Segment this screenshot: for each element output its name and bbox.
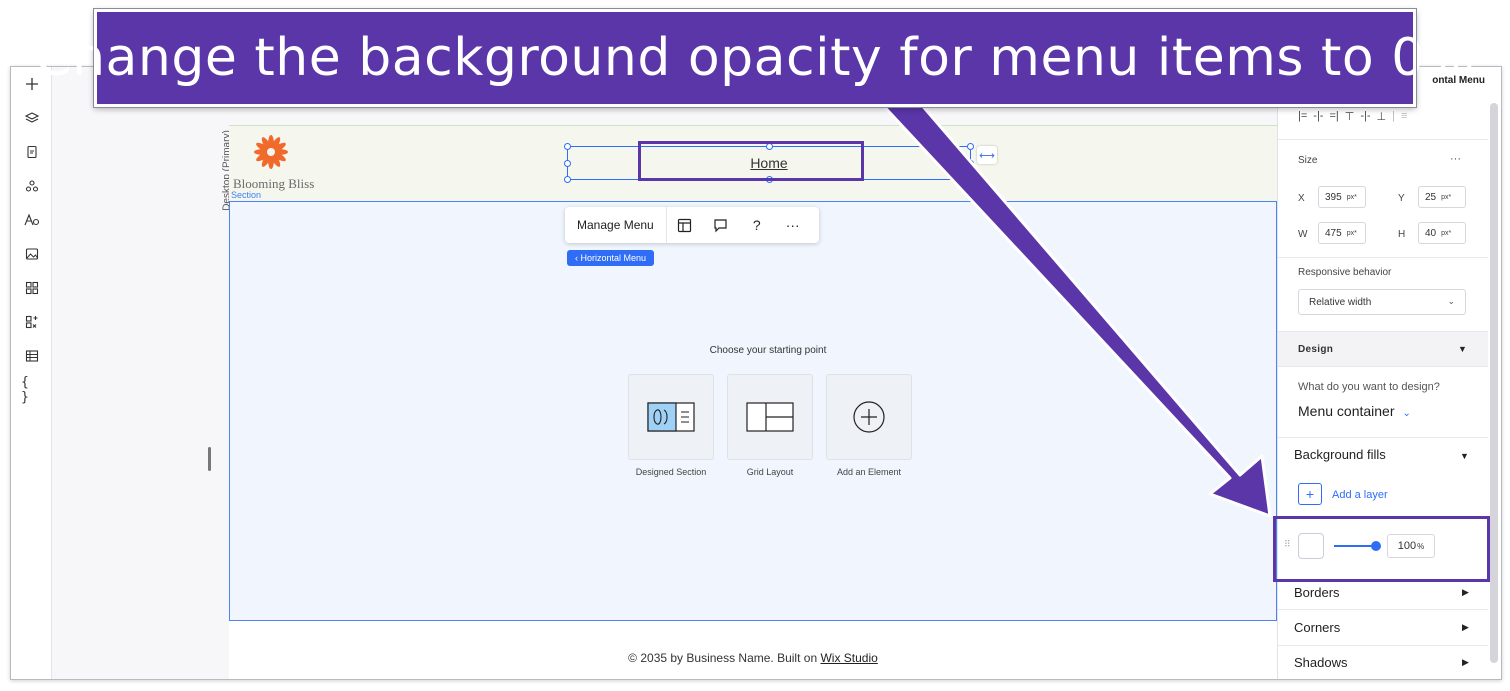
h-label: H (1398, 229, 1406, 240)
distribute-vertical-icon[interactable]: ≡ (1401, 110, 1407, 122)
align-top-icon[interactable]: ⊤ (1345, 110, 1355, 123)
add-layer-button[interactable]: + (1298, 483, 1322, 505)
designed-section-icon (647, 402, 695, 432)
collapse-triangle-icon[interactable]: ▼ (1460, 451, 1469, 461)
designed-section-label: Designed Section (635, 467, 707, 477)
add-apps-icon[interactable] (21, 311, 43, 333)
home-highlight-box (638, 141, 864, 181)
starting-point-title: Choose your starting point (709, 345, 827, 356)
manage-menu-button[interactable]: Manage Menu (565, 207, 667, 243)
y-label: Y (1398, 193, 1405, 204)
footer-link[interactable]: Wix Studio (820, 651, 877, 665)
media-icon[interactable] (21, 243, 43, 265)
add-element-label: Add an Element (836, 467, 902, 477)
floating-toolbar: Manage Menu ? ··· (565, 207, 819, 243)
w-field[interactable]: 475 px* (1318, 222, 1366, 244)
add-layer-link[interactable]: Add a layer (1332, 489, 1388, 501)
help-icon[interactable]: ? (739, 207, 775, 243)
design-question: What do you want to design? (1298, 381, 1440, 393)
w-label: W (1298, 229, 1308, 240)
x-label: X (1298, 193, 1305, 204)
opacity-highlight-box (1273, 516, 1490, 582)
cms-table-icon[interactable] (21, 345, 43, 367)
code-icon[interactable]: { } (21, 375, 43, 405)
align-center-icon[interactable]: -|- (1313, 110, 1323, 122)
pages-icon[interactable] (21, 141, 43, 163)
align-left-icon[interactable]: |= (1298, 110, 1307, 122)
inspector-scrollbar[interactable] (1490, 103, 1498, 663)
expand-triangle-icon[interactable]: ▶ (1462, 587, 1469, 598)
responsive-label: Responsive behavior (1298, 267, 1392, 278)
corners-row[interactable]: Corners (1294, 620, 1340, 635)
canvas-resize-handle[interactable] (208, 447, 211, 471)
align-right-icon[interactable]: =| (1329, 110, 1338, 122)
instruction-text: Change the background opacity for menu i… (35, 28, 1475, 88)
chevron-down-icon: ⌄ (1447, 296, 1455, 306)
y-field[interactable]: 25 px* (1418, 186, 1466, 208)
collapse-triangle-icon: ▼ (1458, 344, 1467, 354)
grid-layout-card[interactable] (727, 374, 813, 460)
align-bottom-icon[interactable]: ⊥ (1377, 110, 1387, 123)
expand-triangle-icon[interactable]: ▶ (1462, 657, 1469, 668)
more-icon[interactable]: ··· (775, 207, 811, 243)
layers-icon[interactable] (21, 107, 43, 129)
designed-section-card[interactable] (628, 374, 714, 460)
h-field[interactable]: 40 px* (1418, 222, 1466, 244)
components-icon[interactable] (21, 175, 43, 197)
apps-icon[interactable] (21, 277, 43, 299)
add-element-card[interactable] (826, 374, 912, 460)
borders-row[interactable]: Borders (1294, 585, 1340, 600)
text-theme-icon[interactable] (21, 209, 43, 231)
align-middle-icon[interactable]: -|- (1360, 110, 1370, 122)
comment-icon[interactable] (703, 207, 739, 243)
chevron-down-icon: ⌄ (1402, 408, 1411, 419)
responsive-select[interactable]: Relative width ⌄ (1298, 289, 1466, 315)
add-element-icon (853, 401, 885, 433)
distribute-icon[interactable]: | (1392, 110, 1395, 122)
site-page: Blooming Bliss Section Home ⟷ Manage Men… (229, 125, 1277, 679)
left-tool-rail: { } (11, 67, 52, 679)
site-footer: © 2035 by Business Name. Built on Wix St… (628, 651, 878, 665)
stretch-icon[interactable]: ⟷ (977, 146, 997, 164)
design-section-header[interactable]: Design ▼ (1278, 331, 1488, 367)
instruction-banner: Change the background opacity for menu i… (35, 8, 1474, 108)
design-target-select[interactable]: Menu container ⌄ (1298, 403, 1411, 419)
section-tag[interactable]: Section (231, 190, 261, 200)
shadows-row[interactable]: Shadows (1294, 655, 1347, 670)
expand-triangle-icon[interactable]: ▶ (1462, 622, 1469, 633)
flower-logo-icon (254, 135, 288, 169)
size-label: Size (1298, 155, 1318, 166)
grid-layout-label: Grid Layout (746, 467, 794, 477)
breadcrumb-horizontal-menu[interactable]: ‹ Horizontal Menu (567, 250, 655, 266)
grid-layout-icon (746, 402, 794, 432)
background-fills-title[interactable]: Background fills (1294, 447, 1386, 462)
x-field[interactable]: 395 px* (1318, 186, 1366, 208)
alignment-toolbar: |= -|- =| ⊤ -|- ⊥ | ≡ (1298, 107, 1488, 125)
inspector-panel: ontal Menu |= -|- =| ⊤ -|- ⊥ | ≡ Size ··… (1277, 67, 1501, 679)
layout-icon[interactable] (667, 207, 703, 243)
size-more-icon[interactable]: ··· (1450, 153, 1461, 165)
